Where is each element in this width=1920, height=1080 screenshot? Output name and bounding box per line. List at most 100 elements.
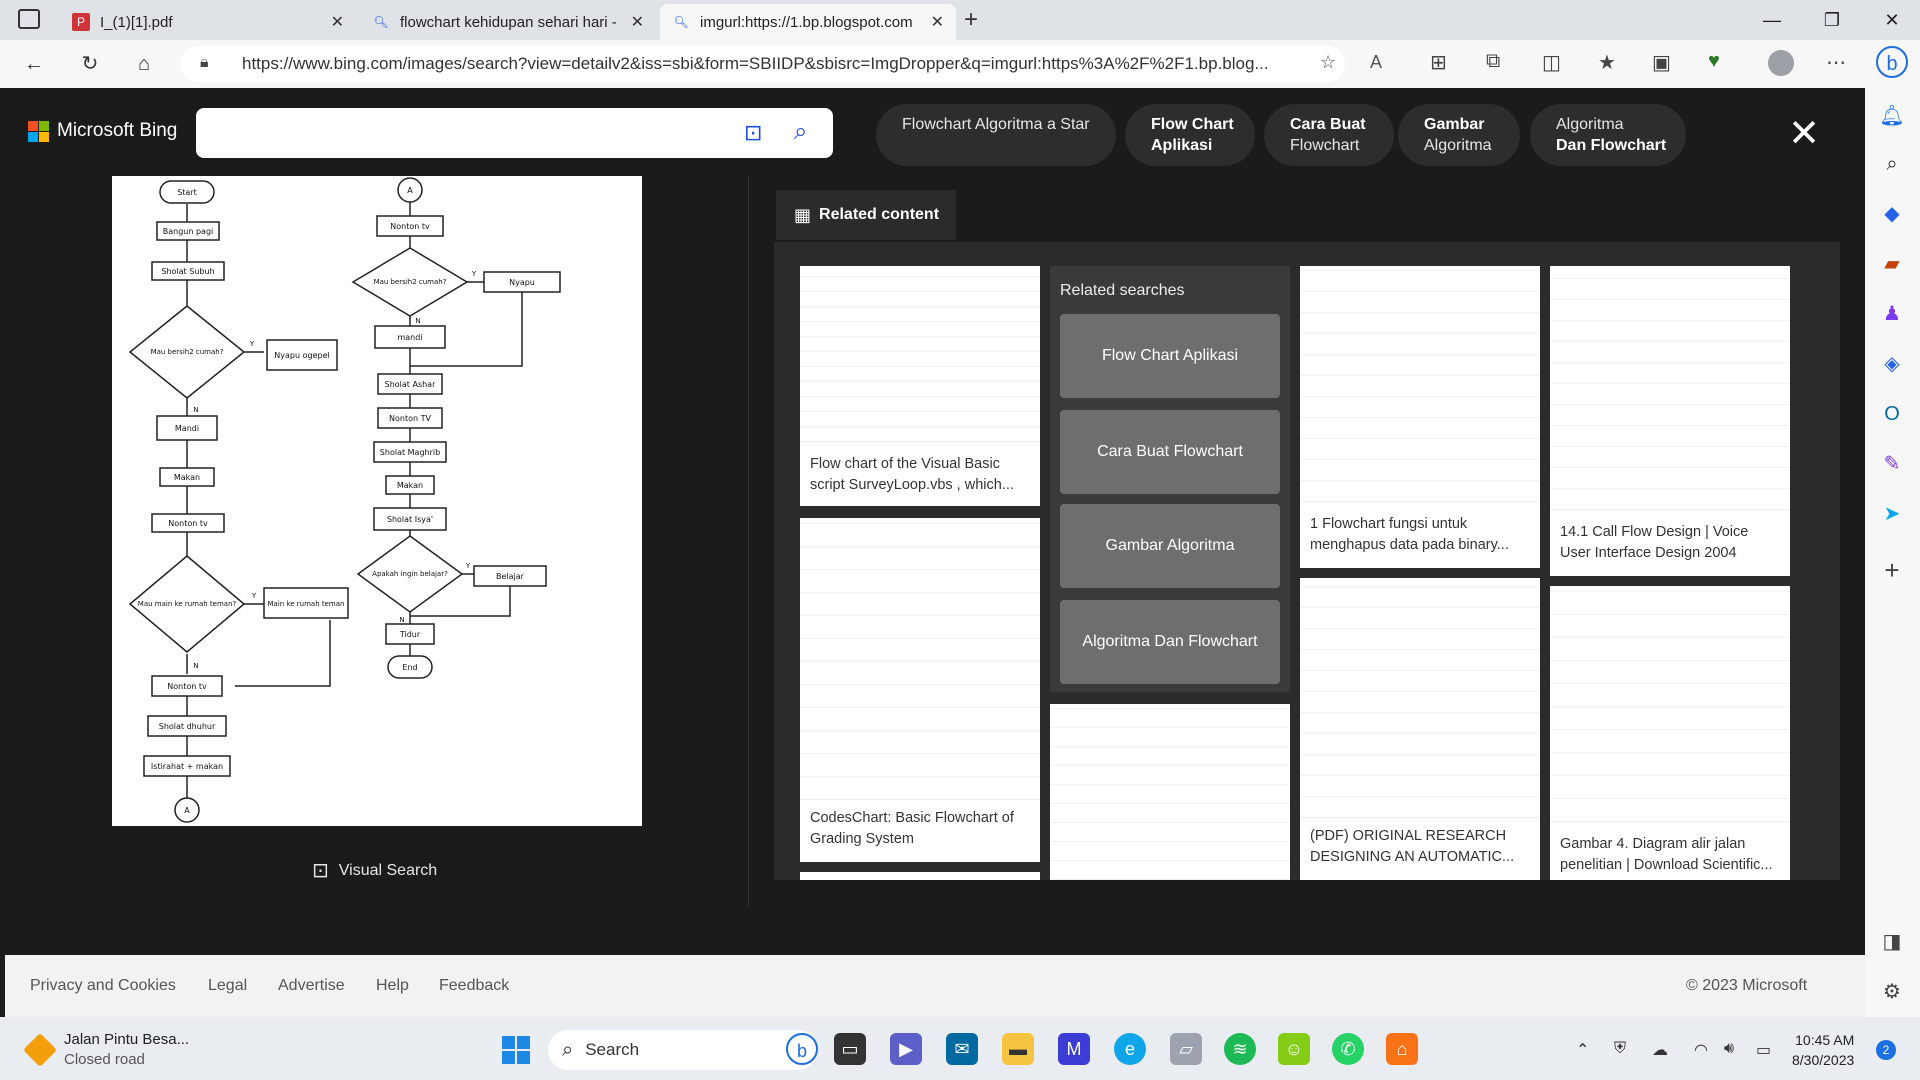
fc-decision: Mau bersih2 cumah?: [151, 348, 224, 356]
apps-icon[interactable]: ⊞: [1430, 50, 1447, 75]
close-icon[interactable]: ✕: [931, 12, 944, 32]
related-card[interactable]: [1050, 704, 1290, 880]
search-icon[interactable]: ⌕: [1876, 148, 1908, 180]
related-card[interactable]: Gambar 4. Diagram alir jalan penelitian …: [1550, 586, 1790, 880]
chevron-up-icon[interactable]: ⌃: [1576, 1040, 1589, 1060]
url-text[interactable]: https://www.bing.com/images/search?view=…: [242, 52, 1312, 76]
designer-icon[interactable]: ✎: [1876, 448, 1908, 480]
related-card[interactable]: (PDF) ORIGINAL RESEARCH DESIGNING AN AUT…: [1300, 578, 1540, 880]
back-icon[interactable]: ←: [18, 48, 50, 80]
visual-search-icon[interactable]: ⊡: [744, 120, 762, 146]
tools-icon[interactable]: ▰: [1876, 248, 1908, 280]
clock[interactable]: 10:45 AM 8/30/2023: [1792, 1030, 1854, 1070]
close-icon[interactable]: ✕: [331, 12, 344, 32]
close-window-icon[interactable]: ✕: [1872, 6, 1912, 34]
chip-algoritma-dan-flowchart[interactable]: Algoritma Dan Flowchart: [1530, 104, 1686, 166]
fc-yes: Y: [471, 270, 477, 278]
related-card[interactable]: 14.1 Call Flow Design | Voice User Inter…: [1550, 266, 1790, 576]
related-card[interactable]: [800, 872, 1040, 880]
chip-gambar-algoritma[interactable]: Gambar Algoritma: [1398, 104, 1520, 166]
tab-pdf[interactable]: P I_(1)[1].pdf ✕: [60, 4, 356, 40]
performance-icon[interactable]: ♥: [1708, 50, 1720, 73]
close-icon[interactable]: ✕: [631, 12, 644, 32]
edge-icon[interactable]: e: [1114, 1033, 1146, 1065]
tab-related-content[interactable]: ▦ Related content: [776, 190, 956, 240]
fc-node: Nonton TV: [389, 414, 431, 423]
notifications-icon[interactable]: 🔔︎: [1876, 100, 1908, 132]
related-search-cara-buat-flowchart[interactable]: Cara Buat Flowchart: [1060, 410, 1280, 494]
close-icon[interactable]: ✕: [1782, 112, 1826, 156]
fc-node: Sholat dhuhur: [159, 722, 216, 731]
drop-icon[interactable]: ➤: [1876, 498, 1908, 530]
footer-link-privacy[interactable]: Privacy and Cookies: [30, 977, 176, 995]
notification-badge[interactable]: 2: [1876, 1040, 1896, 1060]
app-icon[interactable]: ⌂: [1386, 1033, 1418, 1065]
related-card[interactable]: 1 Flowchart fungsi untuk menghapus data …: [1300, 266, 1540, 568]
games-icon[interactable]: ♟: [1876, 298, 1908, 330]
copilot-icon[interactable]: b: [1876, 46, 1908, 78]
battery-icon[interactable]: ▭: [1756, 1040, 1771, 1060]
settings-gear-icon[interactable]: ⚙: [1876, 976, 1908, 1008]
chip-flow-chart-aplikasi[interactable]: Flow Chart Aplikasi: [1125, 104, 1255, 166]
wifi-icon[interactable]: ◠: [1694, 1040, 1708, 1060]
task-view-icon[interactable]: ▭: [834, 1033, 866, 1065]
refresh-icon[interactable]: ↻: [74, 48, 106, 80]
favorites-icon[interactable]: ★: [1598, 50, 1616, 75]
teams-icon[interactable]: ▶: [890, 1033, 922, 1065]
app-icon[interactable]: M: [1058, 1033, 1090, 1065]
main-image[interactable]: Start Bangun pagi Sholat Subuh Mau bersi…: [112, 176, 642, 826]
lock-icon[interactable]: 🔒︎: [200, 54, 209, 72]
collections-icon[interactable]: ▣: [1652, 50, 1671, 75]
game-icon[interactable]: ☺: [1278, 1033, 1310, 1065]
restore-icon[interactable]: ❐: [1812, 6, 1852, 34]
sidebar-toggle-icon[interactable]: ◨: [1876, 926, 1908, 958]
new-tab-icon[interactable]: +: [964, 6, 978, 34]
favorite-star-icon[interactable]: ☆: [1320, 52, 1336, 73]
fc-node: Nonton tv: [168, 519, 208, 528]
microsoft365-icon[interactable]: ◈: [1876, 348, 1908, 380]
related-search-flow-chart-aplikasi[interactable]: Flow Chart Aplikasi: [1060, 314, 1280, 398]
bing-logo[interactable]: Microsoft Bing: [28, 120, 177, 142]
footer-link-help[interactable]: Help: [376, 977, 409, 995]
shopping-icon[interactable]: ◆: [1876, 198, 1908, 230]
chip-cara-buat-flowchart[interactable]: Cara Buat Flowchart: [1264, 104, 1394, 166]
start-icon[interactable]: [502, 1036, 530, 1064]
related-search-algoritma-dan-flowchart[interactable]: Algoritma Dan Flowchart: [1060, 600, 1280, 684]
weather-widget[interactable]: Jalan Pintu Besa... Closed road: [64, 1030, 189, 1070]
volume-icon[interactable]: 🔊︎: [1724, 1040, 1734, 1058]
visual-search-button[interactable]: ⊡ Visual Search: [312, 858, 437, 883]
app-icon[interactable]: ▱: [1170, 1033, 1202, 1065]
related-card[interactable]: CodesChart: Basic Flowchart of Grading S…: [800, 518, 1040, 862]
extensions-icon[interactable]: ⧉: [1486, 50, 1500, 73]
copilot-icon[interactable]: b: [786, 1033, 818, 1065]
footer-link-advertise[interactable]: Advertise: [278, 977, 345, 995]
search-icon[interactable]: ⌕: [794, 118, 807, 146]
more-icon[interactable]: ⋯: [1826, 50, 1846, 75]
home-icon[interactable]: ⌂: [128, 48, 160, 80]
split-screen-icon[interactable]: ◫: [1542, 50, 1561, 75]
avatar[interactable]: [1768, 50, 1794, 76]
related-search-gambar-algoritma[interactable]: Gambar Algoritma: [1060, 504, 1280, 588]
taskbar-search[interactable]: ⌕ Search: [548, 1030, 818, 1070]
tab-label: imgurl:https://1.bp.blogspot.com: [700, 13, 913, 31]
card-caption: 14.1 Call Flow Design | Voice User Inter…: [1560, 524, 1749, 561]
spotify-icon[interactable]: ≋: [1224, 1033, 1256, 1065]
chip-flowchart-algoritma-a-star[interactable]: Flowchart Algoritma a Star: [876, 104, 1116, 166]
minimize-icon[interactable]: —: [1752, 6, 1792, 34]
search-input[interactable]: [196, 108, 833, 158]
tab-flowchart-search[interactable]: 🔍︎ flowchart kehidupan sehari hari - ✕: [360, 4, 656, 40]
tab-actions-icon[interactable]: [18, 9, 40, 29]
cloud-icon[interactable]: ☁: [1652, 1040, 1668, 1060]
outlook-icon[interactable]: O: [1876, 398, 1908, 430]
add-icon[interactable]: +: [1876, 554, 1908, 586]
shield-icon[interactable]: ⛨: [1614, 1040, 1626, 1058]
tab-imgurl[interactable]: 🔍︎ imgurl:https://1.bp.blogspot.com ✕: [660, 4, 956, 40]
mail-icon[interactable]: ✉: [946, 1033, 978, 1065]
read-aloud-icon[interactable]: A: [1370, 52, 1382, 73]
search-icon: ⌕: [562, 1038, 574, 1061]
related-card[interactable]: Flow chart of the Visual Basic script Su…: [800, 266, 1040, 506]
whatsapp-icon[interactable]: ✆: [1332, 1033, 1364, 1065]
footer-link-legal[interactable]: Legal: [208, 977, 247, 995]
footer-link-feedback[interactable]: Feedback: [439, 977, 509, 995]
file-explorer-icon[interactable]: ▬: [1002, 1033, 1034, 1065]
